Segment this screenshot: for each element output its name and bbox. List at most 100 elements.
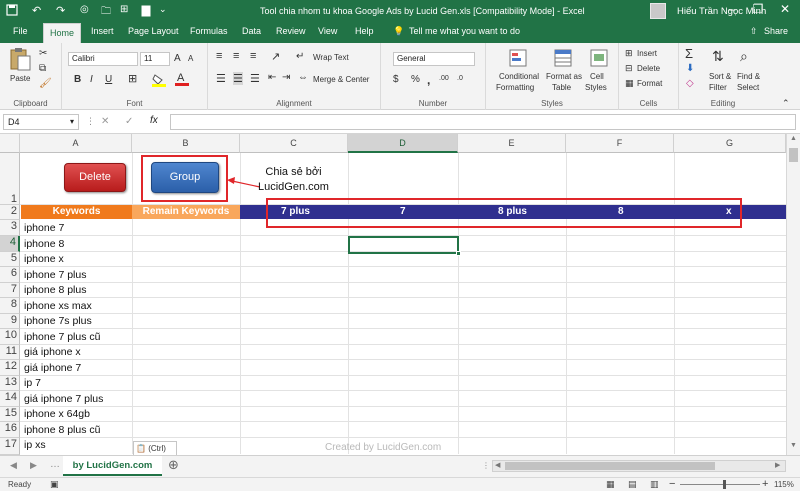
keyword-cell[interactable]: giá iphone 7	[21, 361, 81, 376]
font-color-icon[interactable]: A	[175, 71, 189, 89]
col-header-a[interactable]: A	[20, 134, 132, 153]
scroll-thumb[interactable]	[789, 148, 798, 162]
autosum-icon[interactable]: Σ	[685, 46, 693, 61]
zoom-level[interactable]: 115%	[774, 480, 794, 489]
save-icon[interactable]	[6, 4, 18, 19]
increase-decimal-icon[interactable]: .00	[439, 75, 449, 82]
keyword-cell[interactable]: iphone xs max	[21, 299, 92, 314]
col-header-g[interactable]: G	[674, 134, 786, 153]
scroll-left-icon[interactable]: ◀	[495, 461, 500, 469]
formula-input[interactable]	[170, 114, 796, 130]
close-icon[interactable]: ✕	[775, 2, 795, 16]
row-header-2[interactable]: 2	[0, 205, 20, 220]
open-icon[interactable]: 🗀	[101, 4, 111, 21]
delete-button[interactable]: Delete	[64, 163, 126, 192]
row-header-12[interactable]: 12	[0, 360, 20, 376]
align-top-icon[interactable]: ≡	[216, 50, 222, 62]
delete-cells-icon[interactable]: ⊟	[625, 63, 633, 74]
increase-indent-icon[interactable]: ⇥	[282, 72, 290, 83]
scroll-down-icon[interactable]: ▼	[790, 442, 797, 449]
avatar[interactable]	[650, 3, 666, 19]
align-right-icon[interactable]: ☰	[250, 72, 260, 85]
zoom-slider[interactable]	[680, 484, 760, 485]
sort-filter-label2[interactable]: Filter	[709, 83, 727, 92]
align-bottom-icon[interactable]: ≡	[250, 50, 256, 62]
cell-styles-label1[interactable]: Cell	[590, 72, 604, 81]
keywords-header[interactable]: Keywords	[21, 205, 132, 219]
conditional-formatting-label1[interactable]: Conditional	[499, 72, 539, 81]
active-cell[interactable]	[348, 236, 461, 256]
normal-view-icon[interactable]: ▦	[606, 479, 615, 490]
format-as-table-label2[interactable]: Table	[552, 83, 571, 92]
redo-icon[interactable]: ↷	[56, 4, 65, 17]
row-header-4[interactable]: 4	[0, 236, 20, 252]
zoom-slider-thumb[interactable]	[723, 480, 726, 489]
customize-qat-icon[interactable]: ⌄	[159, 4, 167, 15]
decrease-decimal-icon[interactable]: .0	[457, 75, 463, 82]
tab-view[interactable]: View	[318, 26, 337, 36]
decrease-indent-icon[interactable]: ⇤	[268, 72, 276, 83]
tab-file[interactable]: File	[13, 26, 28, 36]
zoom-out-icon[interactable]: −	[669, 478, 675, 490]
paste-icon[interactable]	[8, 47, 32, 73]
keyword-cell[interactable]: ip 7	[21, 376, 41, 391]
row-header-11[interactable]: 11	[0, 345, 20, 360]
row-header-7[interactable]: 7	[0, 283, 20, 298]
grow-font-icon[interactable]: A	[174, 53, 181, 64]
fill-color-icon[interactable]	[152, 73, 166, 89]
cancel-icon[interactable]: ✕	[101, 116, 109, 127]
conditional-formatting-icon[interactable]	[509, 49, 527, 69]
merge-center-button[interactable]: Merge & Center	[313, 75, 369, 84]
zoom-in-icon[interactable]: +	[762, 478, 768, 490]
tell-me-box[interactable]: Tell me what you want to do	[409, 26, 520, 36]
row-header-17[interactable]: 17	[0, 438, 20, 455]
col-header-c[interactable]: C	[240, 134, 348, 153]
add-sheet-icon[interactable]: ⊕	[168, 457, 179, 473]
row-header-3[interactable]: 3	[0, 220, 20, 236]
keyword-cell[interactable]: giá iphone x	[21, 345, 81, 360]
clear-icon[interactable]: ◇	[686, 78, 694, 89]
find-select-label1[interactable]: Find &	[737, 72, 760, 81]
touch-mode-icon[interactable]: ◎	[80, 4, 89, 15]
macro-record-icon[interactable]: ▣	[50, 479, 59, 490]
keyword-cell[interactable]: iphone 7 plus cũ	[21, 330, 100, 345]
col-header-f[interactable]: F	[566, 134, 674, 153]
col-header-b[interactable]: B	[132, 134, 240, 153]
format-as-table-icon[interactable]	[554, 49, 572, 69]
insert-function-icon[interactable]: fx	[150, 115, 158, 126]
wrap-text-icon[interactable]: ↵	[296, 51, 304, 62]
font-name-select[interactable]: Calibri	[68, 52, 138, 66]
paste-button[interactable]: Paste	[10, 74, 30, 83]
insert-cells-icon[interactable]: ⊞	[625, 48, 633, 59]
wrap-text-button[interactable]: Wrap Text	[313, 53, 349, 62]
underline-button[interactable]: U	[105, 74, 112, 85]
merge-center-icon[interactable]: ⇔	[298, 72, 308, 83]
row-header-5[interactable]: 5	[0, 252, 20, 267]
format-cells-icon[interactable]: ▦	[625, 78, 634, 89]
sort-filter-icon[interactable]: ⇅	[712, 48, 724, 65]
row-header-8[interactable]: 8	[0, 298, 20, 314]
row-header-10[interactable]: 10	[0, 329, 20, 345]
undo-icon[interactable]: ↶	[32, 4, 41, 17]
font-size-select[interactable]: 11	[140, 52, 170, 66]
scroll-up-icon[interactable]: ▲	[790, 135, 797, 142]
scroll-right-icon[interactable]: ▶	[775, 461, 780, 469]
namebox-dropdown-icon[interactable]: ▾	[70, 117, 74, 126]
page-layout-view-icon[interactable]: ▤	[628, 479, 637, 490]
horizontal-scrollbar[interactable]: ◀ ▶	[492, 460, 786, 472]
collapse-ribbon-icon[interactable]: ⌃	[782, 98, 790, 109]
align-center-icon[interactable]: ☰	[233, 72, 243, 85]
keyword-cell[interactable]: iphone 8 plus cũ	[21, 423, 100, 438]
format-as-table-label1[interactable]: Format as	[546, 72, 582, 81]
currency-icon[interactable]: $	[393, 74, 399, 85]
number-format-select[interactable]: General	[393, 52, 475, 66]
row-header-9[interactable]: 9	[0, 314, 20, 329]
cell-styles-icon[interactable]	[590, 49, 608, 69]
fill-handle[interactable]	[456, 251, 461, 256]
keyword-cell[interactable]: giá iphone 7 plus	[21, 392, 103, 407]
sheet-tab[interactable]: by LucidGen.com	[63, 456, 162, 476]
paste-options-button[interactable]: 📋 (Ctrl)	[133, 441, 177, 456]
row-header-13[interactable]: 13	[0, 376, 20, 391]
keyword-cell[interactable]: iphone 7s plus	[21, 314, 92, 329]
split-handle-icon[interactable]: ⋮	[482, 461, 490, 470]
